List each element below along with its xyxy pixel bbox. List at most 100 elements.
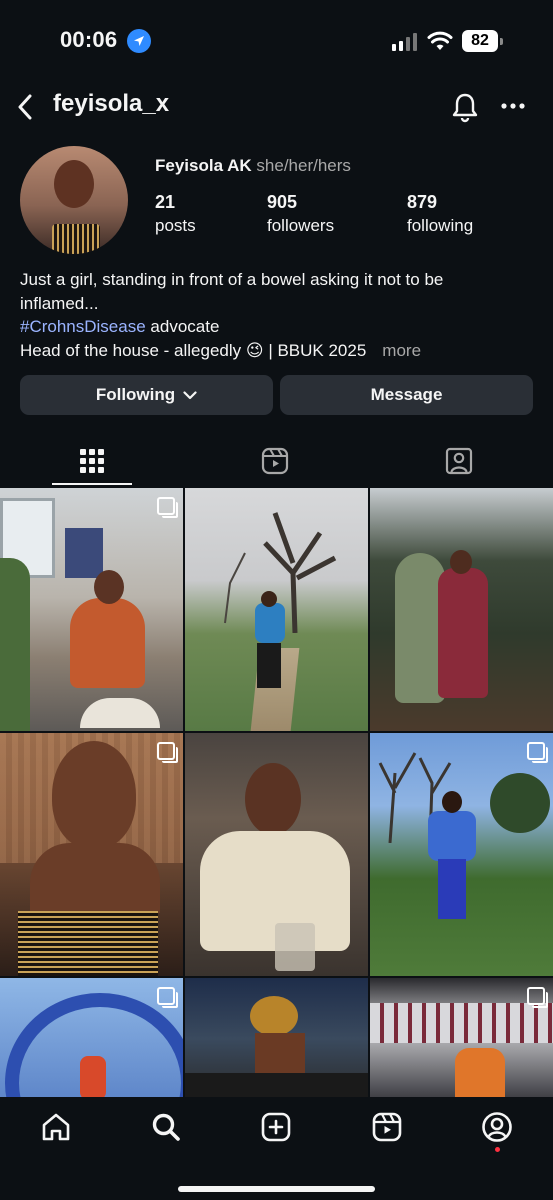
followers-label: followers: [267, 216, 335, 235]
following-count: 879: [407, 192, 438, 212]
chevron-down-icon: [183, 390, 197, 399]
posts-stat: 21 posts: [155, 192, 196, 236]
carousel-icon: [157, 497, 178, 518]
person-coat-shape: [438, 568, 488, 698]
profile-avatar[interactable]: [20, 146, 128, 254]
bio-line-3: #CrohnsDisease advocate: [20, 315, 535, 339]
message-button[interactable]: Message: [280, 375, 533, 415]
post-thumbnail-8[interactable]: [185, 978, 368, 1100]
person-foreground-shape: [0, 558, 30, 731]
following-label: following: [407, 216, 474, 235]
face-shape: [52, 741, 136, 849]
profile-username: feyisola_x: [53, 90, 170, 117]
bio-line-3-text: advocate: [145, 317, 220, 336]
followers-count: 905: [267, 192, 298, 212]
more-options-icon[interactable]: [500, 96, 526, 121]
person-shape: [455, 1048, 505, 1100]
following-stat[interactable]: 879 following: [407, 192, 473, 236]
post-thumbnail-7[interactable]: [0, 978, 183, 1100]
nav-home[interactable]: [36, 1109, 76, 1145]
hat-shape: [250, 996, 298, 1036]
avatar-top: [52, 224, 100, 254]
nav-reels[interactable]: [367, 1109, 407, 1145]
carousel-icon: [527, 987, 548, 1008]
battery-level: 82: [462, 30, 498, 52]
following-button[interactable]: Following: [20, 375, 273, 415]
tab-tagged[interactable]: [419, 437, 499, 485]
carousel-icon: [157, 987, 178, 1008]
runner-shape: [255, 603, 285, 643]
reels-icon: [261, 447, 289, 475]
striped-top-shape: [18, 911, 158, 976]
message-button-label: Message: [370, 385, 443, 404]
bio-line-4: Head of the house - allegedly 😉 | BBUK 2…: [20, 339, 535, 363]
posts-count: 21: [155, 192, 176, 212]
runner-shape: [428, 811, 476, 861]
grid-icon: [80, 449, 104, 473]
nav-profile[interactable]: [477, 1109, 517, 1145]
following-button-label: Following: [95, 385, 176, 404]
wifi-icon: [427, 30, 453, 57]
cellular-signal-icon: [392, 33, 417, 51]
nav-search[interactable]: [146, 1109, 186, 1145]
pronouns: she/her/hers: [256, 156, 351, 175]
person-shape: [70, 598, 145, 688]
status-time: 00:06: [60, 27, 118, 52]
post-thumbnail-1[interactable]: [0, 488, 183, 731]
runner-head: [442, 791, 462, 813]
profile-bio: Just a girl, standing in front of a bowe…: [20, 268, 535, 362]
posts-label: posts: [155, 216, 196, 235]
reels-icon: [372, 1112, 402, 1142]
display-name: Feyisola AK: [155, 156, 252, 175]
home-icon: [42, 1113, 70, 1141]
active-tab-indicator: [52, 483, 132, 485]
home-indicator[interactable]: [178, 1186, 375, 1192]
location-arrow-icon: [127, 29, 151, 53]
tagged-icon: [445, 447, 473, 475]
bell-icon[interactable]: [450, 91, 480, 128]
stadium-seats-shape: [370, 1003, 553, 1043]
display-name-line: Feyisola AK she/her/hers: [155, 156, 351, 176]
avatar-head: [54, 160, 94, 208]
post-thumbnail-3[interactable]: [370, 488, 553, 731]
battery-cap: [500, 38, 503, 45]
runner-legs: [438, 859, 466, 919]
nav-create[interactable]: [256, 1109, 296, 1145]
post-thumbnail-4[interactable]: [0, 733, 183, 976]
post-thumbnail-5[interactable]: [185, 733, 368, 976]
person-shape: [80, 1056, 106, 1100]
table-shape: [80, 698, 160, 728]
post-thumbnail-6[interactable]: [370, 733, 553, 976]
runner-legs: [257, 643, 281, 688]
runner-head: [261, 591, 277, 607]
person-head: [450, 550, 472, 574]
posts-grid: [0, 488, 553, 1100]
tab-reels[interactable]: [235, 437, 315, 485]
bio-more-link[interactable]: more: [382, 341, 421, 360]
back-icon[interactable]: [12, 92, 38, 122]
content-tabs: [0, 437, 553, 487]
crowd-shape: [185, 1073, 368, 1100]
bottom-navigation: [0, 1097, 553, 1200]
search-icon: [152, 1113, 180, 1141]
notification-dot: [495, 1147, 500, 1152]
post-thumbnail-9[interactable]: [370, 978, 553, 1100]
carousel-icon: [157, 742, 178, 763]
glass-shape: [275, 923, 315, 971]
bio-hashtag-link[interactable]: #CrohnsDisease: [20, 317, 146, 336]
head-shape: [94, 570, 124, 604]
bio-line-1: Just a girl, standing in front of a bowe…: [20, 270, 444, 289]
status-bar: 00:06 82: [0, 0, 553, 82]
profile-header: feyisola_x: [0, 82, 553, 132]
followers-stat[interactable]: 905 followers: [267, 192, 334, 236]
face-shape: [245, 763, 301, 835]
tab-posts-grid[interactable]: [52, 437, 132, 485]
post-thumbnail-2[interactable]: [185, 488, 368, 731]
create-icon: [261, 1112, 291, 1142]
profile-icon: [482, 1112, 512, 1142]
bio-line-4-text: Head of the house - allegedly 😉 | BBUK 2…: [20, 340, 367, 360]
carousel-icon: [527, 742, 548, 763]
bio-line-2: inflamed...: [20, 293, 99, 313]
poster-shape: [65, 528, 103, 578]
shoulders-shape: [30, 843, 160, 913]
